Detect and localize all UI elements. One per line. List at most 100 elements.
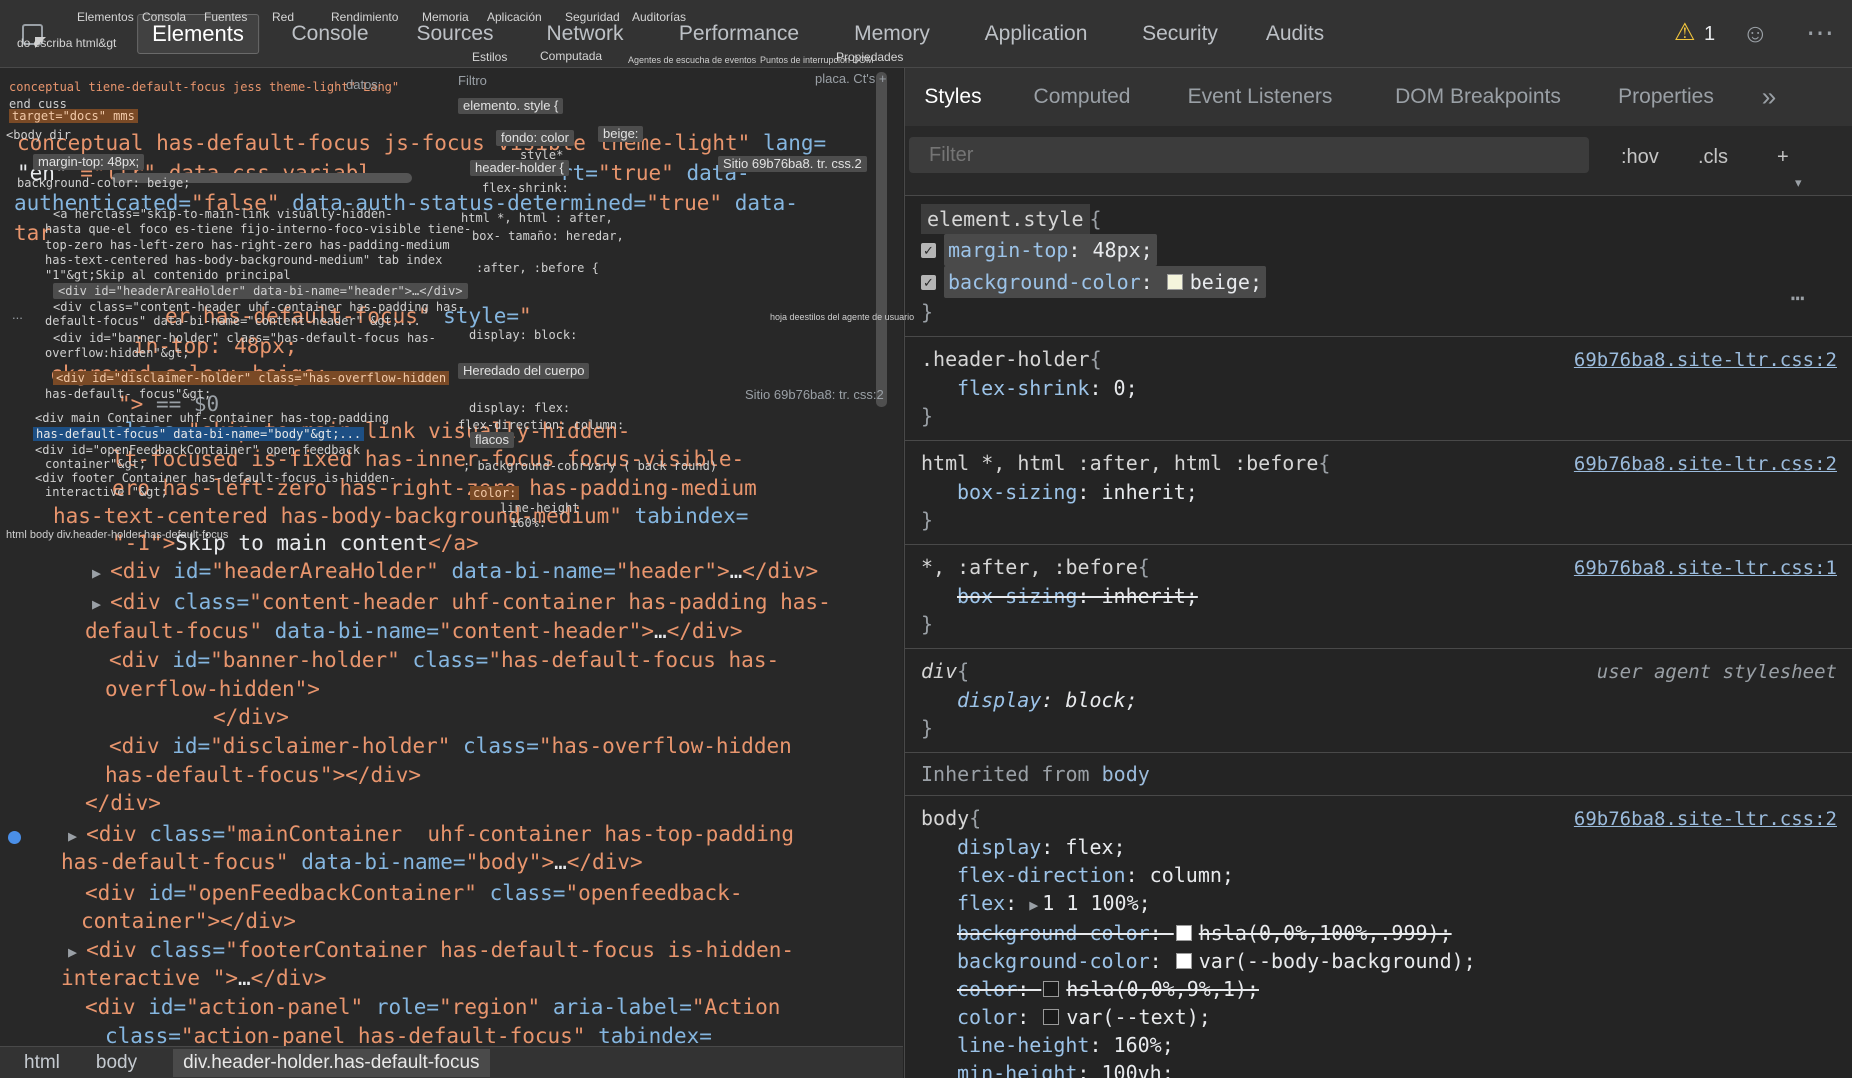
breadcrumb-selected-node[interactable]: div.header-holder.has-default-focus — [173, 1049, 489, 1077]
property-value[interactable]: inherit; — [1102, 584, 1198, 608]
rule-more-actions-icon[interactable]: ⋯ — [1791, 284, 1807, 312]
rule-element-style: element.style { ✓ margin-top: 48px; ✓ ba… — [905, 196, 1852, 336]
tab-sources[interactable]: Sources — [416, 22, 493, 46]
property-value[interactable]: block; — [1065, 688, 1137, 712]
inspect-element-icon[interactable] — [22, 24, 43, 45]
declaration-display-flex[interactable]: display: flex; — [921, 833, 1837, 861]
devtools-window: Elements Console Sources Network Perform… — [0, 0, 1852, 1078]
stylesheet-link[interactable]: 69b76ba8.site-ltr.css:2 — [1574, 346, 1837, 374]
declaration-flex-shrink[interactable]: flex-shrink: 0; — [921, 374, 1837, 402]
user-agent-stylesheet-label: user agent stylesheet — [1597, 658, 1837, 686]
tab-application[interactable]: Application — [985, 22, 1088, 46]
devtools-menu-icon[interactable]: ⋯ — [1806, 16, 1836, 49]
tab-dom-breakpoints[interactable]: DOM Breakpoints — [1395, 85, 1561, 109]
declaration-color-var[interactable]: color: var(--text); — [921, 1003, 1837, 1031]
declaration-flex[interactable]: flex: ▶1 1 100%; — [921, 889, 1837, 919]
color-swatch-dark[interactable] — [1043, 981, 1059, 997]
color-swatch-dark[interactable] — [1043, 1009, 1059, 1025]
stylesheet-link[interactable]: 69b76ba8.site-ltr.css:2 — [1574, 805, 1837, 833]
rule-div-user-agent: div { user agent stylesheet display: blo… — [905, 648, 1852, 752]
declaration-flex-direction[interactable]: flex-direction: column; — [921, 861, 1837, 889]
close-brace: } — [921, 610, 1837, 638]
color-swatch-white[interactable] — [1176, 925, 1192, 941]
tab-audits[interactable]: Audits — [1266, 22, 1324, 46]
tab-elements[interactable]: Elements — [137, 14, 259, 54]
tab-event-listeners[interactable]: Event Listeners — [1188, 85, 1333, 109]
inherited-from-header: Inherited from body — [905, 752, 1852, 795]
rule-selector[interactable]: html *, html :after, html :before — [921, 449, 1318, 477]
inherited-from-body-link[interactable]: body — [1102, 762, 1150, 786]
property-name[interactable]: background-color — [948, 270, 1141, 294]
color-swatch-white[interactable] — [1176, 953, 1192, 969]
elements-panel — [0, 68, 903, 1046]
declaration-margin-top[interactable]: ✓ margin-top: 48px; — [921, 234, 1837, 266]
elements-scrollbar[interactable] — [876, 72, 887, 407]
stylesheet-link[interactable]: 69b76ba8.site-ltr.css:2 — [1574, 450, 1837, 478]
breadcrumb-html[interactable]: html — [24, 1052, 60, 1074]
breadcrumb: html body div.header-holder.has-default-… — [0, 1046, 903, 1078]
property-name[interactable]: flex-shrink — [957, 376, 1089, 400]
open-brace: { — [957, 657, 969, 685]
declaration-display-block[interactable]: display: block; — [921, 686, 1837, 714]
property-value[interactable]: beige; — [1190, 270, 1262, 294]
colon: : — [1141, 270, 1165, 294]
tab-computed[interactable]: Computed — [1034, 85, 1131, 109]
property-value[interactable]: 0; — [1114, 376, 1138, 400]
element-style-selector[interactable]: element.style — [921, 204, 1090, 234]
property-name[interactable]: margin-top — [948, 238, 1068, 262]
color-swatch-beige[interactable] — [1167, 274, 1183, 290]
close-brace: } — [921, 506, 1837, 534]
open-brace: { — [1138, 553, 1150, 581]
feedback-smiley-icon[interactable]: ☺ — [1742, 18, 1769, 49]
new-style-rule-button[interactable]: + — [1777, 146, 1789, 169]
expand-value-icon[interactable]: ▶ — [1029, 896, 1038, 914]
rule-body: body { 69b76ba8.site-ltr.css:2 display: … — [905, 795, 1852, 1078]
declaration-min-height[interactable]: min-height: 100vh; — [921, 1059, 1837, 1078]
colon: : — [1077, 584, 1101, 608]
tab-overflow-chevron-icon[interactable]: » — [1762, 82, 1776, 113]
property-name[interactable]: box-sizing — [957, 584, 1077, 608]
colon: : — [1068, 238, 1092, 262]
tab-security[interactable]: Security — [1142, 22, 1218, 46]
rule-selector[interactable]: div — [921, 657, 957, 685]
tab-network[interactable]: Network — [546, 22, 623, 46]
tab-performance[interactable]: Performance — [679, 22, 799, 46]
breadcrumb-body[interactable]: body — [96, 1052, 137, 1074]
close-brace: } — [921, 298, 1837, 326]
property-name[interactable]: display — [957, 688, 1041, 712]
property-value[interactable]: 48px; — [1093, 238, 1153, 262]
devtools-toolbar: Elements Console Sources Network Perform… — [0, 0, 1852, 68]
inspect-cursor-icon — [35, 37, 46, 48]
warning-count: 1 — [1704, 23, 1715, 46]
tab-properties[interactable]: Properties — [1618, 85, 1714, 109]
declaration-color-overridden[interactable]: color: hsla(0,0%,9%,1); — [921, 975, 1837, 1003]
styles-filter-input[interactable] — [909, 137, 1589, 173]
declaration-box-sizing[interactable]: box-sizing: inherit; — [921, 478, 1837, 506]
cls-toggle-button[interactable]: .cls — [1698, 146, 1728, 169]
declaration-background-color-overridden[interactable]: background-color: hsla(0,0%,100%,.999); — [921, 919, 1837, 947]
stylesheet-link[interactable]: 69b76ba8.site-ltr.css:1 — [1574, 554, 1837, 582]
open-brace: { — [1090, 205, 1102, 233]
declaration-checkbox[interactable]: ✓ — [921, 243, 936, 258]
declaration-checkbox[interactable]: ✓ — [921, 275, 936, 290]
declaration-background-color[interactable]: ✓ background-color: beige; — [921, 266, 1837, 298]
open-brace: { — [1318, 449, 1330, 477]
declaration-background-color-var[interactable]: background-color: var(--body-background)… — [921, 947, 1837, 975]
styles-rule-list: element.style { ✓ margin-top: 48px; ✓ ba… — [905, 196, 1852, 1078]
close-brace: } — [921, 714, 1837, 742]
property-name[interactable]: box-sizing — [957, 480, 1077, 504]
colon: : — [1089, 376, 1113, 400]
warning-icon[interactable]: ⚠ — [1674, 18, 1696, 47]
rule-selector[interactable]: *, :after, :before — [921, 553, 1138, 581]
tab-styles[interactable]: Styles — [924, 85, 981, 109]
declaration-line-height[interactable]: line-height: 160%; — [921, 1031, 1837, 1059]
hov-toggle-button[interactable]: :hov — [1621, 146, 1659, 169]
rule-star-after-before: *, :after, :before { 69b76ba8.site-ltr.c… — [905, 544, 1852, 648]
tab-memory[interactable]: Memory — [854, 22, 930, 46]
declaration-box-sizing-overridden[interactable]: box-sizing: inherit; — [921, 582, 1837, 610]
property-value[interactable]: inherit; — [1102, 480, 1198, 504]
tab-console[interactable]: Console — [291, 22, 368, 46]
rule-selector[interactable]: body — [921, 804, 969, 832]
rule-selector[interactable]: .header-holder — [921, 345, 1090, 373]
close-brace: } — [921, 402, 1837, 430]
